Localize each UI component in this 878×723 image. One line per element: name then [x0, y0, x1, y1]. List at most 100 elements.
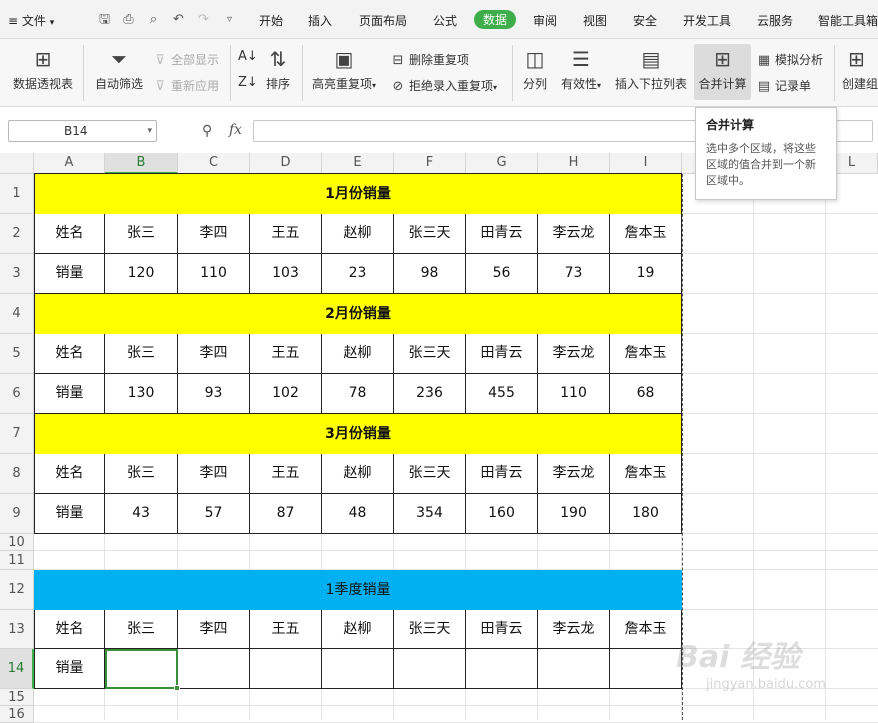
customize-icon[interactable]: ▿: [221, 11, 238, 28]
consolidate-button[interactable]: ⊞ 合并计算: [694, 44, 751, 100]
sort-descending-button[interactable]: Z↓: [238, 75, 258, 90]
reapply-button[interactable]: ⊽ 重新应用: [152, 77, 219, 94]
feb-names-row-cell[interactable]: 李四: [178, 334, 250, 374]
tab-developer[interactable]: 开发工具: [683, 12, 731, 29]
jan-sales-row-cell[interactable]: 73: [538, 254, 610, 294]
q1-sales-row-cell[interactable]: [538, 649, 610, 689]
feb-sales-row-cell[interactable]: 130: [105, 374, 178, 414]
feb-sales-row-cell[interactable]: 102: [250, 374, 322, 414]
feb-sales-row-cell[interactable]: 68: [610, 374, 682, 414]
mar-names-row-cell[interactable]: 张三天: [394, 454, 466, 494]
row-header-8[interactable]: 8: [0, 454, 34, 494]
mar-sales-row-cell[interactable]: 48: [322, 494, 394, 534]
undo-icon[interactable]: ↶: [170, 11, 187, 28]
q1-names-row-cell[interactable]: 李云龙: [538, 610, 610, 649]
feb-sales-row-cell[interactable]: 236: [394, 374, 466, 414]
jan-names-row-cell[interactable]: 王五: [250, 214, 322, 254]
feb-sales-row-cell[interactable]: 110: [538, 374, 610, 414]
row-header-13[interactable]: 13: [0, 610, 34, 649]
jan-sales-row-cell[interactable]: 98: [394, 254, 466, 294]
jan-names-row-cell[interactable]: 赵柳: [322, 214, 394, 254]
mar-names-row-cell[interactable]: 李云龙: [538, 454, 610, 494]
feb-names-row-cell[interactable]: 张三: [105, 334, 178, 374]
highlight-duplicates-button[interactable]: ▣ 高亮重复项▾: [308, 47, 380, 92]
mar-sales-row-cell[interactable]: 43: [105, 494, 178, 534]
tab-security[interactable]: 安全: [633, 12, 657, 29]
feb-sales-row-cell[interactable]: 78: [322, 374, 394, 414]
feb-sales-row-cell[interactable]: 93: [178, 374, 250, 414]
q1-names-row-label[interactable]: 姓名: [34, 610, 105, 649]
record-form-button[interactable]: ▤ 记录单: [756, 77, 811, 94]
q1-names-row-cell[interactable]: 王五: [250, 610, 322, 649]
row-header-5[interactable]: 5: [0, 334, 34, 374]
feb-names-row-cell[interactable]: 张三天: [394, 334, 466, 374]
row-header-9[interactable]: 9: [0, 494, 34, 534]
delete-duplicates-button[interactable]: ⊟ 删除重复项: [390, 51, 469, 68]
feb-title[interactable]: 2月份销量: [34, 294, 682, 334]
print-preview-icon[interactable]: ⌕: [145, 11, 162, 28]
mar-sales-row-cell[interactable]: 180: [610, 494, 682, 534]
q1-sales-row-cell[interactable]: [394, 649, 466, 689]
what-if-analysis-button[interactable]: ▦ 模拟分析: [756, 51, 823, 68]
q1-sales-row-cell[interactable]: [178, 649, 250, 689]
print-icon[interactable]: ⎙: [120, 11, 137, 28]
mar-names-row-cell[interactable]: 张三: [105, 454, 178, 494]
feb-sales-row-label[interactable]: 销量: [34, 374, 105, 414]
mar-names-row-cell[interactable]: 王五: [250, 454, 322, 494]
zoom-icon[interactable]: ⚲: [202, 123, 212, 139]
row-header-4[interactable]: 4: [0, 294, 34, 334]
feb-names-row-cell[interactable]: 赵柳: [322, 334, 394, 374]
feb-names-row-cell[interactable]: 李云龙: [538, 334, 610, 374]
mar-sales-row-cell[interactable]: 57: [178, 494, 250, 534]
jan-sales-row-cell[interactable]: 23: [322, 254, 394, 294]
q1-sales-row-cell[interactable]: [250, 649, 322, 689]
q1-names-row-cell[interactable]: 李四: [178, 610, 250, 649]
q1-names-row-cell[interactable]: 田青云: [466, 610, 538, 649]
show-all-button[interactable]: ⊽ 全部显示: [152, 51, 219, 68]
jan-names-row-cell[interactable]: 张三: [105, 214, 178, 254]
q1-sales-row-label[interactable]: 销量: [34, 649, 105, 689]
q1-names-row-cell[interactable]: 赵柳: [322, 610, 394, 649]
mar-sales-row-cell[interactable]: 190: [538, 494, 610, 534]
tab-data[interactable]: 数据: [474, 10, 517, 29]
q1-sales-row-cell[interactable]: [610, 649, 682, 689]
chevron-down-icon[interactable]: ▾: [147, 121, 152, 141]
mar-title[interactable]: 3月份销量: [34, 414, 682, 454]
row-header-2[interactable]: 2: [0, 214, 34, 254]
row-header-12[interactable]: 12: [0, 570, 34, 610]
column-header-f[interactable]: F: [394, 153, 466, 174]
jan-names-row-cell[interactable]: 詹本玉: [610, 214, 682, 254]
jan-names-row-cell[interactable]: 田青云: [466, 214, 538, 254]
jan-names-row-cell[interactable]: 张三天: [394, 214, 466, 254]
q1-names-row-cell[interactable]: 张三: [105, 610, 178, 649]
jan-sales-row-cell[interactable]: 56: [466, 254, 538, 294]
jan-sales-row-cell[interactable]: 103: [250, 254, 322, 294]
file-menu[interactable]: ≡ 文件 ▾: [8, 12, 54, 29]
mar-names-row-label[interactable]: 姓名: [34, 454, 105, 494]
mar-sales-row-cell[interactable]: 160: [466, 494, 538, 534]
row-header-11[interactable]: 11: [0, 551, 34, 570]
row-header-1[interactable]: 1: [0, 174, 34, 214]
jan-names-row-label[interactable]: 姓名: [34, 214, 105, 254]
row-header-16[interactable]: 16: [0, 706, 34, 723]
tab-formulas[interactable]: 公式: [433, 12, 457, 29]
sort-button[interactable]: ⇅ 排序: [263, 47, 293, 92]
split-columns-button[interactable]: ◫ 分列: [519, 47, 551, 92]
column-header-d[interactable]: D: [250, 153, 322, 174]
jan-sales-row-label[interactable]: 销量: [34, 254, 105, 294]
redo-icon[interactable]: ↷: [195, 11, 212, 28]
jan-sales-row-cell[interactable]: 110: [178, 254, 250, 294]
mar-sales-row-cell[interactable]: 354: [394, 494, 466, 534]
feb-sales-row-cell[interactable]: 455: [466, 374, 538, 414]
jan-names-row-cell[interactable]: 李四: [178, 214, 250, 254]
tab-view[interactable]: 视图: [583, 12, 607, 29]
selected-cell-b14[interactable]: [105, 649, 178, 689]
feb-names-row-cell[interactable]: 田青云: [466, 334, 538, 374]
name-box[interactable]: B14 ▾: [8, 120, 157, 142]
q1-names-row-cell[interactable]: 詹本玉: [610, 610, 682, 649]
sort-ascending-button[interactable]: A↓: [238, 49, 258, 64]
row-header-3[interactable]: 3: [0, 254, 34, 294]
tab-cloud-services[interactable]: 云服务: [757, 12, 793, 29]
reject-duplicates-button[interactable]: ⊘ 拒绝录入重复项▾: [390, 77, 497, 94]
q1-names-row-cell[interactable]: 张三天: [394, 610, 466, 649]
